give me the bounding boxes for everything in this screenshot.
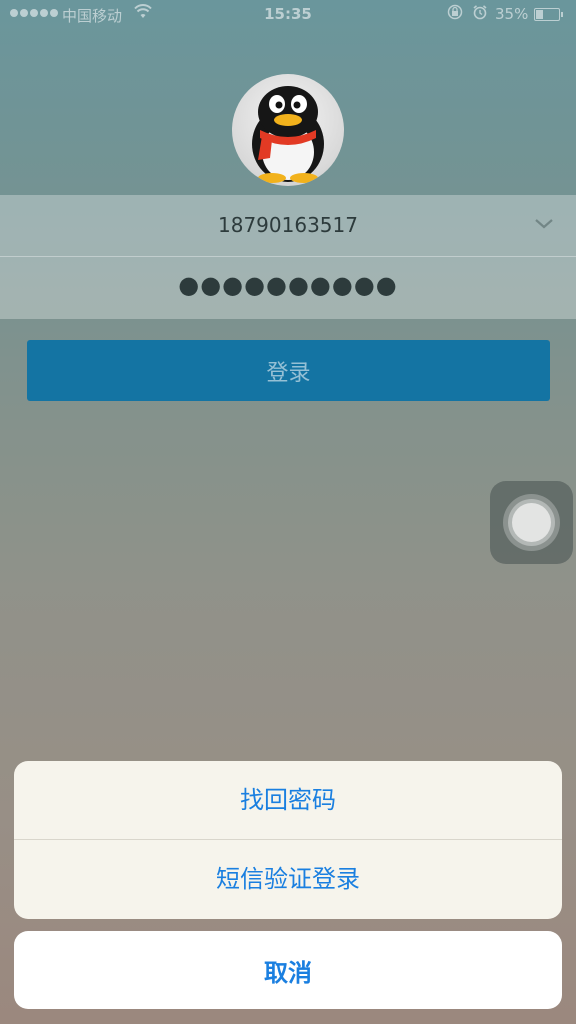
account-field[interactable]: 18790163517: [0, 195, 576, 257]
clock-time: 15:35: [264, 5, 312, 23]
orientation-lock-icon: [447, 4, 463, 24]
battery-fill: [536, 10, 544, 19]
cancel-button[interactable]: 取消: [14, 931, 562, 1009]
password-field[interactable]: ●●●●●●●●●●: [0, 257, 576, 319]
sms-verification-login-option[interactable]: 短信验证登录: [14, 840, 562, 919]
battery-percentage: 35%: [495, 5, 529, 23]
retrieve-password-option[interactable]: 找回密码: [14, 761, 562, 840]
assistive-touch-button[interactable]: [490, 481, 573, 564]
user-avatar[interactable]: [232, 74, 344, 186]
action-sheet: 找回密码 短信验证登录: [14, 761, 562, 919]
penguin-avatar-icon: [252, 86, 324, 183]
password-input-value[interactable]: ●●●●●●●●●●: [0, 271, 576, 299]
chevron-down-icon[interactable]: [533, 212, 555, 234]
login-button[interactable]: 登录: [27, 340, 550, 401]
battery-icon: [534, 8, 563, 21]
alarm-icon: [472, 4, 488, 24]
status-bar: 中国移动 15:35 35%: [0, 0, 576, 30]
account-input-value[interactable]: 18790163517: [0, 213, 576, 237]
